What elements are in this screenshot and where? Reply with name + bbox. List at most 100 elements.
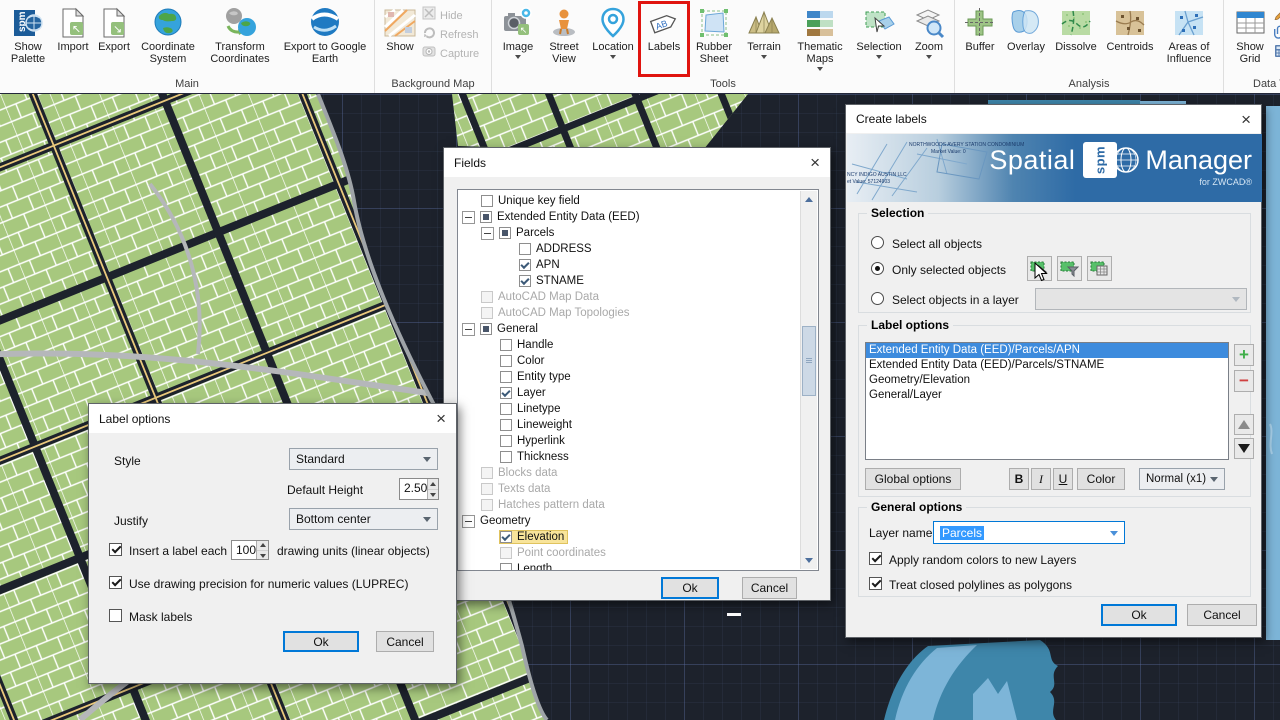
- checkbox[interactable]: [500, 419, 512, 431]
- tree-item[interactable]: Lineweight: [462, 417, 798, 433]
- stepper-up-icon[interactable]: [428, 479, 438, 490]
- select-layer-radio[interactable]: [871, 292, 884, 305]
- stepper-down-icon[interactable]: [257, 551, 268, 560]
- location-button[interactable]: Location: [587, 2, 639, 76]
- rubber-sheet-button[interactable]: Rubber Sheet: [689, 2, 739, 76]
- areas-of-influence-button[interactable]: Areas of Influence: [1158, 2, 1220, 76]
- close-icon[interactable]: ×: [436, 410, 446, 427]
- tree-item[interactable]: Hyperlink: [462, 433, 798, 449]
- only-selected-radio[interactable]: [871, 262, 884, 275]
- ok-button[interactable]: Ok: [661, 577, 719, 599]
- checkbox[interactable]: [499, 227, 511, 239]
- dissolve-button[interactable]: Dissolve: [1050, 2, 1102, 76]
- tree-item[interactable]: Thickness: [462, 449, 798, 465]
- stepper-down-icon[interactable]: [428, 490, 438, 500]
- background-map-show-button[interactable]: Show: [378, 2, 422, 76]
- ok-button[interactable]: Ok: [283, 631, 359, 652]
- checkbox[interactable]: [500, 403, 512, 415]
- scrollbar-thumb[interactable]: [802, 326, 816, 396]
- list-item[interactable]: Extended Entity Data (EED)/Parcels/STNAM…: [866, 358, 1228, 373]
- move-up-button[interactable]: [1234, 414, 1254, 435]
- tree-item[interactable]: Linetype: [462, 401, 798, 417]
- calculate-data-button[interactable]: C: [1273, 44, 1280, 63]
- show-grid-button[interactable]: Show Grid: [1227, 2, 1273, 76]
- default-height-stepper[interactable]: 2.50: [399, 478, 439, 500]
- terrain-button[interactable]: Terrain: [739, 2, 789, 76]
- close-icon[interactable]: ×: [810, 154, 820, 171]
- fields-tree[interactable]: Unique key field Extended Entity Data (E…: [457, 189, 819, 571]
- text-scale-select[interactable]: Normal (x1): [1139, 468, 1225, 490]
- coordinate-system-button[interactable]: Coordinate System: [135, 2, 201, 76]
- checkbox[interactable]: [500, 387, 512, 399]
- import-button[interactable]: ↖ Import: [53, 2, 93, 76]
- tree-item[interactable]: Entity type: [462, 369, 798, 385]
- labels-button[interactable]: AB Labels: [639, 2, 689, 76]
- edit-data-button[interactable]: [1273, 6, 1280, 25]
- tree-scrollbar[interactable]: [800, 191, 817, 569]
- global-options-button[interactable]: Global options: [865, 468, 961, 490]
- move-down-button[interactable]: [1234, 438, 1254, 459]
- fields-dialog-titlebar[interactable]: Fields ×: [444, 148, 830, 177]
- justify-select[interactable]: Bottom center: [289, 508, 438, 530]
- thematic-maps-button[interactable]: Thematic Maps: [789, 2, 851, 76]
- street-view-button[interactable]: Street View: [541, 2, 587, 76]
- ok-button[interactable]: Ok: [1101, 604, 1177, 626]
- close-icon[interactable]: ×: [1241, 111, 1251, 128]
- filter-selection-button[interactable]: [1057, 256, 1082, 281]
- scroll-up-icon[interactable]: [801, 191, 817, 208]
- tree-item[interactable]: Unique key field: [462, 193, 798, 209]
- style-select[interactable]: Standard: [289, 448, 438, 470]
- insert-interval-stepper[interactable]: 100: [231, 540, 269, 560]
- tree-item[interactable]: Handle: [462, 337, 798, 353]
- checkbox[interactable]: [519, 259, 531, 271]
- tree-item[interactable]: Layer: [462, 385, 798, 401]
- italic-button[interactable]: I: [1031, 468, 1051, 490]
- create-labels-titlebar[interactable]: Create labels ×: [846, 105, 1261, 133]
- bold-button[interactable]: B: [1009, 468, 1029, 490]
- closed-polylines-checkbox[interactable]: [869, 577, 882, 590]
- underline-button[interactable]: U: [1053, 468, 1073, 490]
- checkbox[interactable]: [500, 451, 512, 463]
- checkbox[interactable]: [480, 211, 492, 223]
- centroids-button[interactable]: Centroids: [1102, 2, 1158, 76]
- label-options-titlebar[interactable]: Label options ×: [89, 404, 456, 433]
- collapse-icon[interactable]: [462, 323, 475, 336]
- zoom-button[interactable]: Zoom: [907, 2, 951, 76]
- tree-item[interactable]: Extended Entity Data (EED): [462, 209, 798, 225]
- checkbox[interactable]: [519, 243, 531, 255]
- buffer-button[interactable]: Buffer: [958, 2, 1002, 76]
- checkbox[interactable]: [500, 531, 512, 543]
- mask-labels-checkbox[interactable]: [109, 609, 122, 622]
- collapse-icon[interactable]: [462, 211, 475, 224]
- selection-button[interactable]: Selection: [851, 2, 907, 76]
- tree-item[interactable]: Color: [462, 353, 798, 369]
- checkbox[interactable]: [500, 371, 512, 383]
- label-fields-list[interactable]: Extended Entity Data (EED)/Parcels/APN E…: [865, 342, 1229, 460]
- checkbox[interactable]: [480, 323, 492, 335]
- random-colors-checkbox[interactable]: [869, 552, 882, 565]
- export-to-google-earth-button[interactable]: Export to Google Earth: [279, 2, 371, 76]
- cancel-button[interactable]: Cancel: [376, 631, 434, 652]
- checkbox[interactable]: [481, 195, 493, 207]
- checkbox[interactable]: [500, 563, 512, 571]
- tree-item[interactable]: APN: [462, 257, 798, 273]
- select-all-radio[interactable]: [871, 236, 884, 249]
- color-button[interactable]: Color: [1077, 468, 1125, 490]
- cancel-button[interactable]: Cancel: [1187, 604, 1257, 626]
- layer-name-input[interactable]: Parcels: [933, 521, 1125, 544]
- checkbox[interactable]: [500, 435, 512, 447]
- stepper-up-icon[interactable]: [257, 541, 268, 551]
- collapse-icon[interactable]: [462, 515, 475, 528]
- insert-label-checkbox[interactable]: [109, 543, 122, 556]
- scroll-down-icon[interactable]: [801, 552, 817, 569]
- add-field-button[interactable]: +: [1234, 344, 1254, 366]
- tree-item[interactable]: STNAME: [462, 273, 798, 289]
- list-item[interactable]: Extended Entity Data (EED)/Parcels/APN: [866, 343, 1228, 358]
- transform-coordinates-button[interactable]: Transform Coordinates: [201, 2, 279, 76]
- image-button[interactable]: ↖ Image: [495, 2, 541, 76]
- checkbox[interactable]: [500, 339, 512, 351]
- tree-item[interactable]: Parcels: [462, 225, 798, 241]
- list-item[interactable]: Geometry/Elevation: [866, 373, 1228, 388]
- overlay-button[interactable]: Overlay: [1002, 2, 1050, 76]
- tree-item-selected[interactable]: Elevation: [462, 529, 798, 545]
